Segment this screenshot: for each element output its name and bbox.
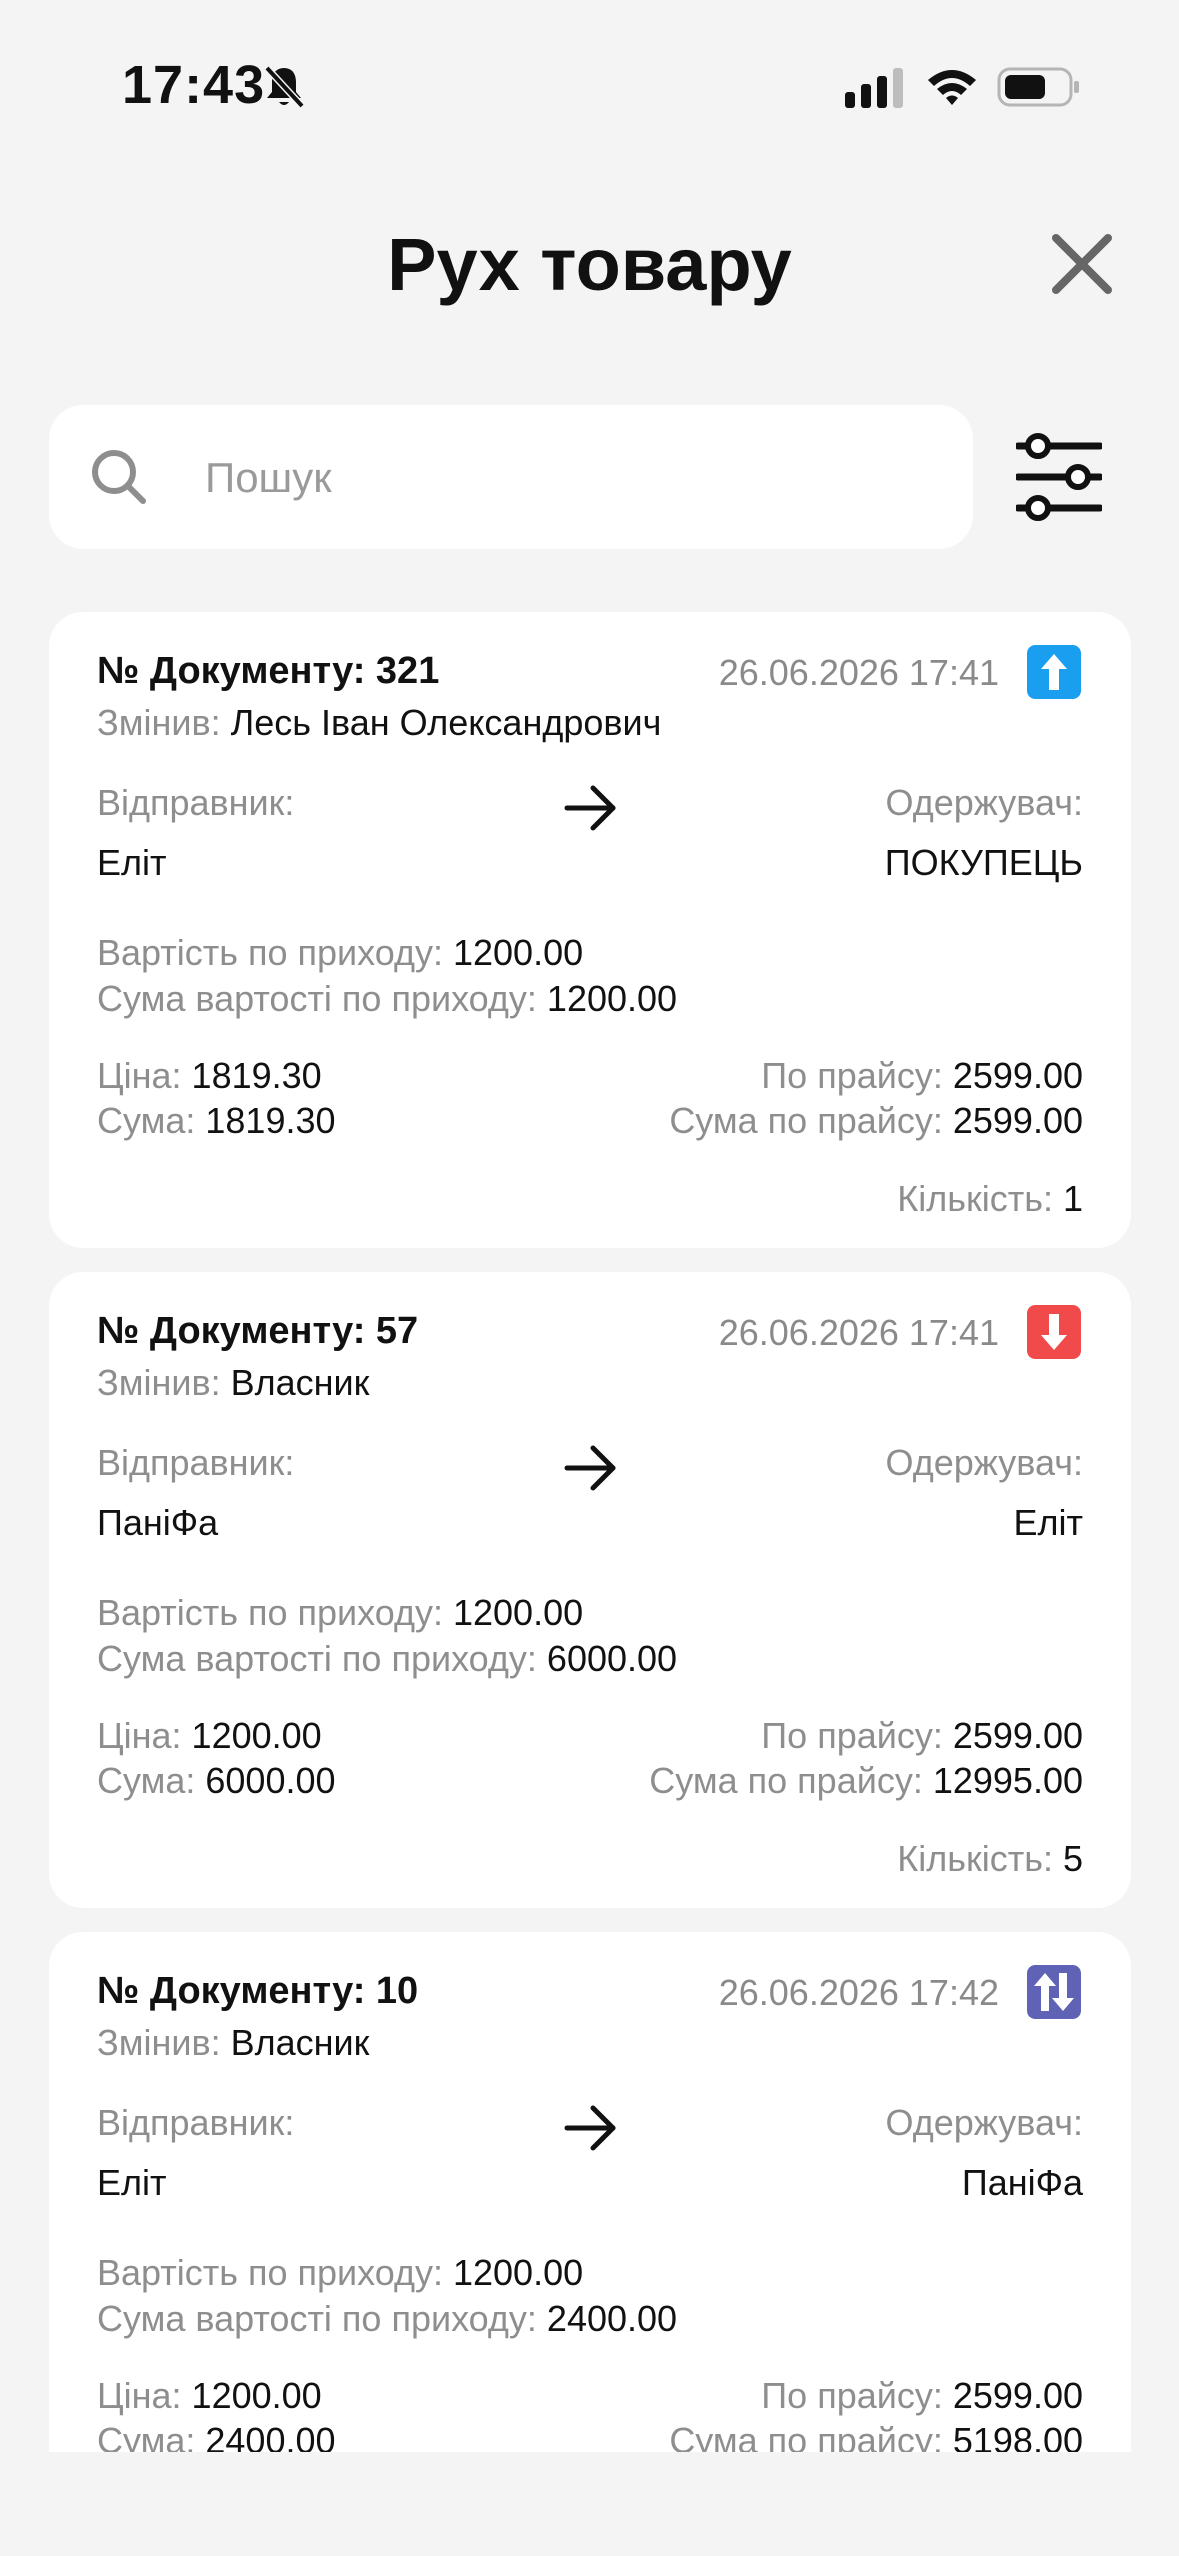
quantity: Кількість: 5 <box>897 1838 1083 1879</box>
sum: Сума: 1819.30 <box>97 1100 336 1141</box>
sender-value: ПаніФа <box>97 1502 219 1543</box>
sender-value: Еліт <box>97 842 167 883</box>
document-datetime: 26.06.2026 17:41 <box>718 652 999 693</box>
arrow-down-icon <box>1027 1305 1081 1359</box>
cellular-signal-icon <box>845 68 903 108</box>
battery-icon <box>997 67 1079 107</box>
quantity: Кількість: 1 <box>897 1178 1083 1219</box>
sum: Сума: 6000.00 <box>97 1760 336 1801</box>
cost-sum: Сума вартості по приходу: 6000.00 <box>97 1638 678 1679</box>
sender-label: Відправник: <box>97 2102 295 2143</box>
status-bar: 17:43 <box>0 0 1179 170</box>
list-price: По прайсу: 2599.00 <box>761 1715 1083 1756</box>
list-price: По прайсу: 2599.00 <box>761 2375 1083 2416</box>
sender-label: Відправник: <box>97 1442 295 1483</box>
arrow-right-icon <box>564 785 616 831</box>
sender-value: Еліт <box>97 2162 167 2203</box>
changed-by: Змінив: Власник <box>97 2022 370 2063</box>
status-time: 17:43 <box>122 55 266 115</box>
list-price-sum: Сума по прайсу: 5198.00 <box>669 2420 1083 2452</box>
sender-label: Відправник: <box>97 782 295 823</box>
cost-sum: Сума вартості по приходу: 1200.00 <box>97 978 678 1019</box>
arrow-right-icon <box>564 2105 616 2151</box>
list-price: По прайсу: 2599.00 <box>761 1055 1083 1096</box>
cost-price: Вартість по приходу: 1200.00 <box>97 2252 584 2293</box>
receiver-value: ПОКУПЕЦЬ <box>884 842 1083 883</box>
list-price-sum: Сума по прайсу: 2599.00 <box>669 1100 1083 1141</box>
swap-vertical-icon <box>1027 1965 1081 2019</box>
receiver-label: Одержувач: <box>885 782 1083 823</box>
wifi-icon <box>928 70 976 105</box>
price: Ціна: 1200.00 <box>97 1715 322 1756</box>
receiver-value: Еліт <box>1013 1502 1083 1543</box>
receiver-label: Одержувач: <box>885 2102 1083 2143</box>
sum: Сума: 2400.00 <box>97 2420 336 2452</box>
cost-price: Вартість по приходу: 1200.00 <box>97 1592 584 1633</box>
document-datetime: 26.06.2026 17:41 <box>718 1312 999 1353</box>
document-number: № Документу: 10 <box>97 1970 419 2012</box>
document-number: № Документу: 321 <box>97 650 440 692</box>
price: Ціна: 1819.30 <box>97 1055 322 1096</box>
receiver-label: Одержувач: <box>885 1442 1083 1483</box>
document-number: № Документу: 57 <box>97 1310 419 1352</box>
movement-card[interactable]: № Документу: 321 26.06.2026 17:41 Змінив… <box>49 612 1131 1248</box>
receiver-value: ПаніФа <box>961 2162 1083 2203</box>
cost-sum: Сума вартості по приходу: 2400.00 <box>97 2298 678 2339</box>
document-datetime: 26.06.2026 17:42 <box>718 1972 999 2013</box>
search-input[interactable] <box>203 445 927 511</box>
list-price-sum: Сума по прайсу: 12995.00 <box>649 1760 1083 1801</box>
changed-by: Змінив: Власник <box>97 1362 370 1403</box>
arrow-up-icon <box>1027 645 1081 699</box>
cost-price: Вартість по приходу: 1200.00 <box>97 932 584 973</box>
search-bar <box>49 405 973 549</box>
movement-card[interactable]: № Документу: 57 26.06.2026 17:41 Змінив:… <box>49 1272 1131 1908</box>
filter-sliders-icon[interactable] <box>1016 430 1102 524</box>
search-icon <box>92 450 146 504</box>
bell-muted-icon <box>264 65 305 109</box>
movement-card[interactable]: № Документу: 10 26.06.2026 17:42 Змінив:… <box>49 1932 1131 2452</box>
arrow-right-icon <box>564 1445 616 1491</box>
movement-list[interactable]: № Документу: 321 26.06.2026 17:41 Змінив… <box>49 612 1131 2452</box>
close-icon[interactable] <box>1048 230 1116 298</box>
price: Ціна: 1200.00 <box>97 2375 322 2416</box>
changed-by: Змінив: Лесь Іван Олександрович <box>97 702 662 743</box>
page-title: Рух товару <box>387 223 792 306</box>
